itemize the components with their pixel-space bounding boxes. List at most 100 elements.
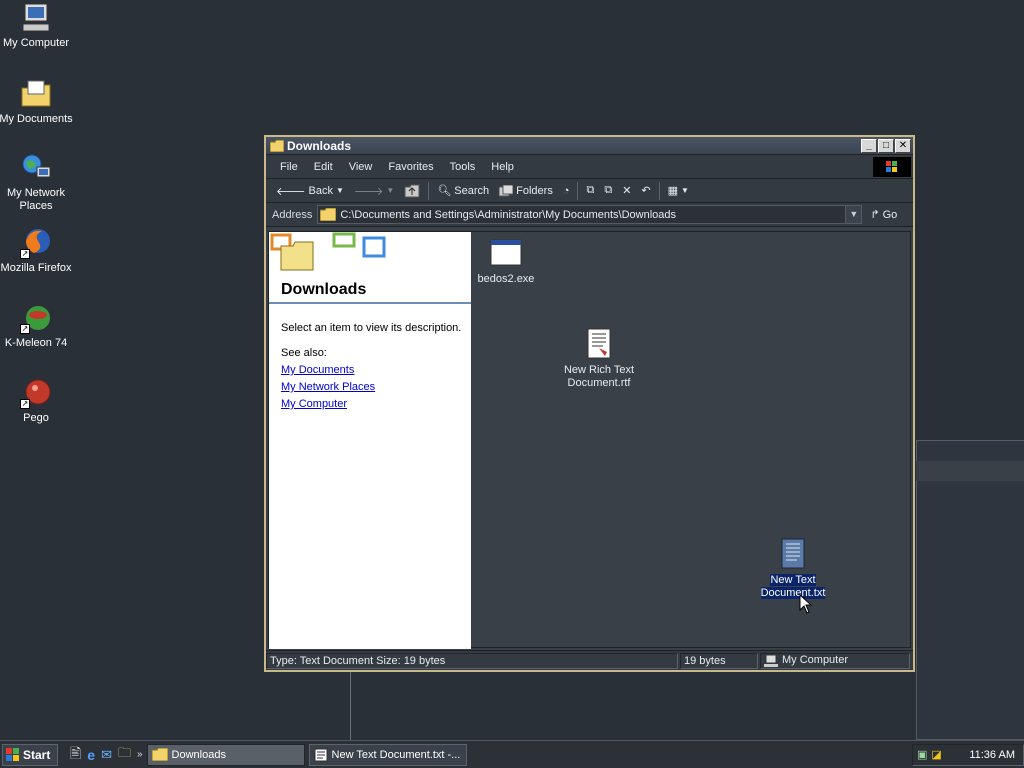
folder-banner-icon [270,232,386,271]
folders-icon [499,184,514,196]
task-pane-description: Select an item to view its description. [281,322,462,334]
taskbar: Start 🖹 e ✉ 🗀 » Downloads New Text Docum… [0,740,1024,768]
search-icon: 🔍︎ [437,185,452,197]
chevron-down-icon: ▼ [386,186,395,195]
delete-button[interactable]: ✕ [618,181,635,201]
forward-arrow-icon: 🡒 [353,185,384,198]
folders-label: Folders [516,184,553,197]
history-button[interactable]: ◔ [559,181,574,201]
maximize-button[interactable]: □ [878,138,894,153]
file-item[interactable]: bedos2.exe [466,237,546,286]
task-pane-header: Downloads [269,232,471,304]
back-arrow-icon: 🡐 [276,185,306,198]
file-item-selected[interactable]: New Text Document.txt [753,538,833,600]
rich-text-document-icon [583,328,615,360]
search-button[interactable]: 🔍︎ Search [433,181,493,201]
standard-toolbar: 🡐 Back ▼ 🡒 ▼ 🔍︎ Search Folders ◔ ⧉ ⧉ ✕ ↶ [266,179,913,203]
show-desktop-icon[interactable]: 🖹 [70,743,81,767]
forward-button[interactable]: 🡒 ▼ [350,181,398,201]
task-pane: Downloads Select an item to view its des… [269,232,471,649]
desktop-icon-label: Pego [23,412,49,424]
desktop-icon-pego[interactable]: ↗ Pego [0,377,74,425]
background-divider [350,672,351,740]
link-my-computer[interactable]: My Computer [281,398,347,410]
desktop-icon-label: My Computer [2,37,70,49]
desktop-icon-my-computer[interactable]: My Computer [0,2,74,50]
address-bar: Address C:\Documents and Settings\Admini… [266,203,913,227]
menu-file[interactable]: File [272,161,306,173]
desktop-icon-k-meleon[interactable]: ↗ K-Meleon 74 [0,302,74,350]
desktop-icon-label: My Documents [0,113,73,125]
folders-button[interactable]: Folders [495,181,557,201]
go-label: Go [882,208,898,221]
window-title: Downloads [287,138,352,153]
delete-icon: ✕ [622,185,632,197]
start-button[interactable]: Start [2,743,58,766]
desktop-icon-my-documents[interactable]: My Documents [0,78,74,126]
menu-help[interactable]: Help [483,161,522,173]
background-window [916,440,1024,740]
file-item[interactable]: New Rich Text Document.rtf [559,328,639,390]
address-label: Address [272,208,313,221]
task-pane-title: Downloads [281,281,367,298]
copy-to-button[interactable]: ⧉ [600,181,616,201]
menu-edit[interactable]: Edit [306,161,341,173]
taskbar-task-notepad[interactable]: New Text Document.txt -... [308,743,467,766]
volume-tray-icon[interactable]: ◪ [931,748,941,761]
address-value: C:\Documents and Settings\Administrator\… [340,208,676,221]
menu-favorites[interactable]: Favorites [380,161,441,173]
address-dropdown-button[interactable]: ▼ [845,206,862,223]
folder-content-area[interactable]: Downloads Select an item to view its des… [268,231,911,649]
views-button[interactable]: ▦ ▼ [664,181,693,201]
see-also-heading: See also: [281,347,327,359]
pego-icon: ↗ [20,377,52,409]
back-button[interactable]: 🡐 Back ▼ [272,181,348,201]
quick-launch: 🖹 e ✉ 🗀 » [70,743,143,767]
taskbar-task-downloads[interactable]: Downloads [146,743,305,766]
menu-tools[interactable]: Tools [442,161,484,173]
status-zone-label: My Computer [782,654,849,666]
desktop-icon-label: My Network Places [6,187,66,212]
undo-icon: ↶ [641,185,651,197]
window-titlebar[interactable]: Downloads _ □ ✕ [266,137,913,155]
explorer-window[interactable]: Downloads _ □ ✕ File Edit View Favorites… [264,135,915,672]
search-label: Search [454,184,490,197]
network-tray-icon[interactable]: ▣ [917,748,927,761]
toolbar-separator [428,181,430,200]
notepad-icon [314,748,328,761]
close-button[interactable]: ✕ [895,138,911,153]
mouse-cursor-icon [799,594,813,614]
undo-button[interactable]: ↶ [637,181,654,201]
firefox-icon: ↗ [20,227,52,259]
file-name: bedos2.exe [477,273,535,285]
history-icon: ◔ [562,184,570,197]
status-zone: My Computer [760,652,910,669]
windows-logo-icon [6,747,19,761]
address-input[interactable]: C:\Documents and Settings\Administrator\… [317,205,863,224]
menu-bar: File Edit View Favorites Tools Help [266,155,913,179]
shortcut-arrow-icon: ↗ [20,324,30,334]
executable-icon [490,237,522,269]
windows-logo-icon [873,157,911,177]
outlook-express-icon[interactable]: ✉ [101,747,112,763]
up-folder-button[interactable] [400,181,424,201]
go-button[interactable]: ↱ Go [870,208,898,222]
quick-launch-overflow-icon[interactable]: » [137,749,143,760]
link-my-network-places[interactable]: My Network Places [281,381,375,393]
desktop-icon-mozilla-firefox[interactable]: ↗ Mozilla Firefox [0,227,74,275]
copy-to-icon: ⧉ [604,184,613,196]
windows-explorer-icon[interactable]: 🗀 [118,744,131,766]
minimize-button[interactable]: _ [861,138,877,153]
toolbar-separator [658,181,660,200]
desktop-icon-my-network-places[interactable]: My Network Places [0,152,74,213]
link-my-documents[interactable]: My Documents [281,364,354,376]
chevron-down-icon: ▼ [681,186,689,195]
views-icon: ▦ [667,185,679,197]
clock[interactable]: 11:36 AM [969,749,1023,761]
move-to-button[interactable]: ⧉ [582,181,598,201]
status-size: 19 bytes [680,652,758,669]
menu-view[interactable]: View [341,161,381,173]
folder-icon [270,139,284,152]
desktop-icon-label: Mozilla Firefox [0,262,72,274]
internet-explorer-icon[interactable]: e [87,747,95,763]
